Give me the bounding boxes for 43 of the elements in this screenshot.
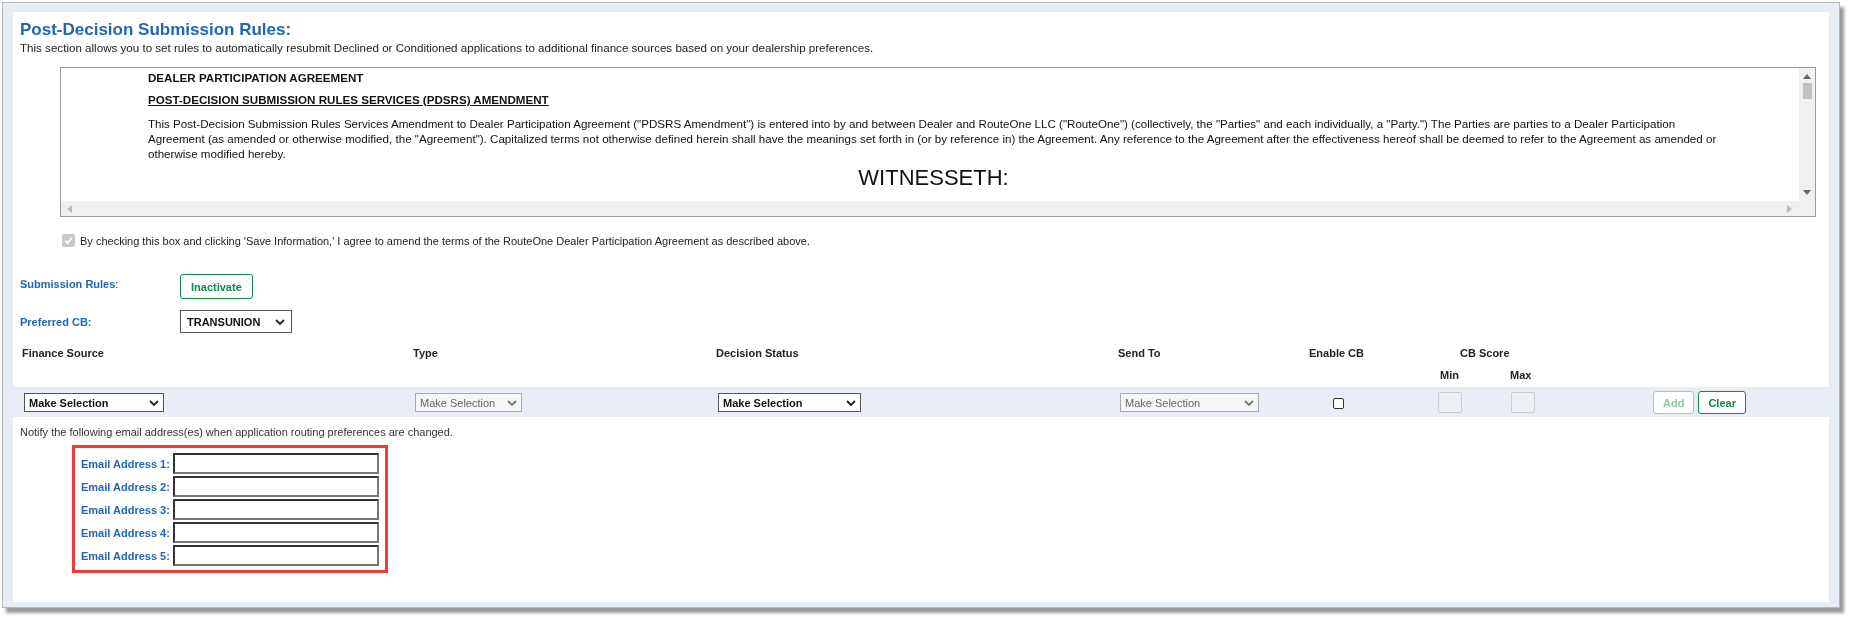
email-address-field[interactable]	[172, 545, 379, 566]
email-address-label: Email Address 1:	[81, 457, 170, 470]
inactivate-button[interactable]: Inactivate	[180, 274, 253, 299]
notify-instruction: Notify the following email address(es) when application routing preferences are changed.	[20, 425, 454, 439]
email-address-field[interactable]	[172, 453, 379, 474]
email-address-field[interactable]	[172, 499, 379, 520]
section-title: Post-Decision Submission Rules:	[20, 19, 293, 41]
chevron-down-icon	[507, 399, 517, 406]
scroll-up-icon[interactable]	[1803, 73, 1811, 79]
chevron-down-icon	[149, 399, 159, 406]
column-header: Min	[1440, 369, 1459, 381]
column-header: Max	[1510, 369, 1532, 381]
scroll-down-icon[interactable]	[1803, 190, 1811, 196]
email-address-field[interactable]	[172, 476, 379, 497]
email-address-label: Email Address 5:	[81, 549, 170, 562]
email-address-label: Email Address 4:	[81, 526, 170, 539]
vertical-scrollbar[interactable]	[1799, 68, 1815, 201]
agreement-witness-heading: WITNESSETH:	[858, 165, 1009, 190]
agreement-heading: DEALER PARTICIPATION AGREEMENT	[148, 71, 365, 85]
agreement-subheading: POST-DECISION SUBMISSION RULES SERVICES (PDSRS) AMENDMENT	[148, 93, 550, 107]
agreement-paragraph: This Post-Decision Submission Rules Services Amendment to Dealer Participation Agreement ("PDSRS Amendment") is entered into by and between Dealer and RouteOne LLC ("RouteOne") (collectively, the "Parties" and each individually, a "Party.") The Parties are parties to a Dealer Participation Agreement (as amended or otherwise modified, the "Agreement"). Capitalized terms not otherwise defined herein shall have the meanings set forth in (or by reference in) the Agreement. Any reference to the Agreement after the effectiveness hereof shall be deemed to refer to the Agreement as amended or otherwise modified hereby.	[148, 116, 1718, 161]
chevron-down-icon	[275, 318, 285, 325]
preferred-cb-label: Preferred CB:	[20, 315, 92, 328]
email-address-label: Email Address 2:	[81, 480, 170, 493]
agreement-consent-label: By checking this box and clicking 'Save Information,' I agree to amend the terms of the RouteOne Dealer Participation Agreement as described above.	[80, 234, 810, 247]
clear-button[interactable]: Clear	[1698, 391, 1746, 414]
column-header: Type	[413, 347, 438, 359]
chevron-down-icon	[846, 399, 856, 406]
preferred-cb-dropdown[interactable]: TRANSUNION	[180, 310, 292, 333]
scrollbar-thumb[interactable]	[1802, 83, 1812, 99]
decision-status-dropdown[interactable]: Make Selection	[718, 393, 861, 412]
email-address-label: Email Address 3:	[81, 503, 170, 516]
column-header: Finance Source	[22, 347, 104, 359]
column-header: Enable CB	[1309, 347, 1364, 359]
enable-cb-checkbox[interactable]	[1333, 398, 1344, 409]
column-header: Send To	[1118, 347, 1161, 359]
label-colon: :	[115, 278, 119, 290]
finance-source-dropdown[interactable]: Make Selection	[24, 393, 164, 412]
email-address-field[interactable]	[172, 522, 379, 543]
section-description: This section allows you to set rules to automatically resubmit Declined or Conditioned applications to additional finance sources based on your dealership preferences.	[20, 41, 875, 55]
column-header: Decision Status	[716, 347, 799, 359]
chevron-down-icon	[1244, 399, 1254, 406]
column-header: CB Score	[1460, 347, 1510, 359]
